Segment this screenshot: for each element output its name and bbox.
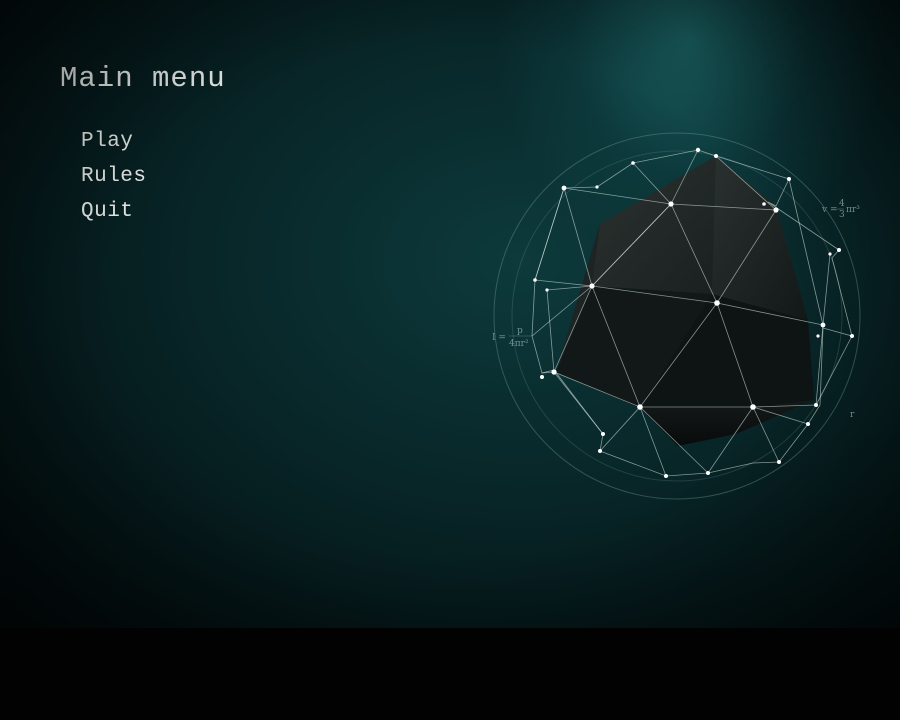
svg-text:4: 4	[839, 199, 845, 209]
svg-text:4πr²: 4πr²	[509, 339, 529, 349]
svg-text:3: 3	[839, 210, 845, 220]
game-scene: Main menu Play Rules Quit I = p 4πr² v =…	[0, 0, 900, 628]
menu-item-quit[interactable]: Quit	[81, 194, 147, 229]
formula-left: I = p 4πr²	[492, 326, 532, 349]
menu-item-rules[interactable]: Rules	[81, 159, 147, 194]
cube-face-top-left	[592, 156, 716, 294]
bottom-bar	[0, 628, 900, 720]
svg-text:πr³: πr³	[846, 205, 860, 215]
cube-face-top-right	[712, 156, 808, 320]
svg-text:p: p	[517, 326, 523, 336]
svg-text:v =: v =	[821, 205, 838, 215]
geometric-crystal-artwork: I = p 4πr² v = 4 3 πr³ r	[492, 132, 861, 500]
menu-item-play[interactable]: Play	[81, 124, 147, 159]
formula-right: v = 4 3 πr³	[821, 199, 860, 220]
menu-title: Main menu	[60, 62, 226, 95]
radius-label: r	[850, 410, 855, 420]
main-menu: Play Rules Quit	[81, 124, 147, 229]
svg-text:I =: I =	[492, 333, 506, 343]
